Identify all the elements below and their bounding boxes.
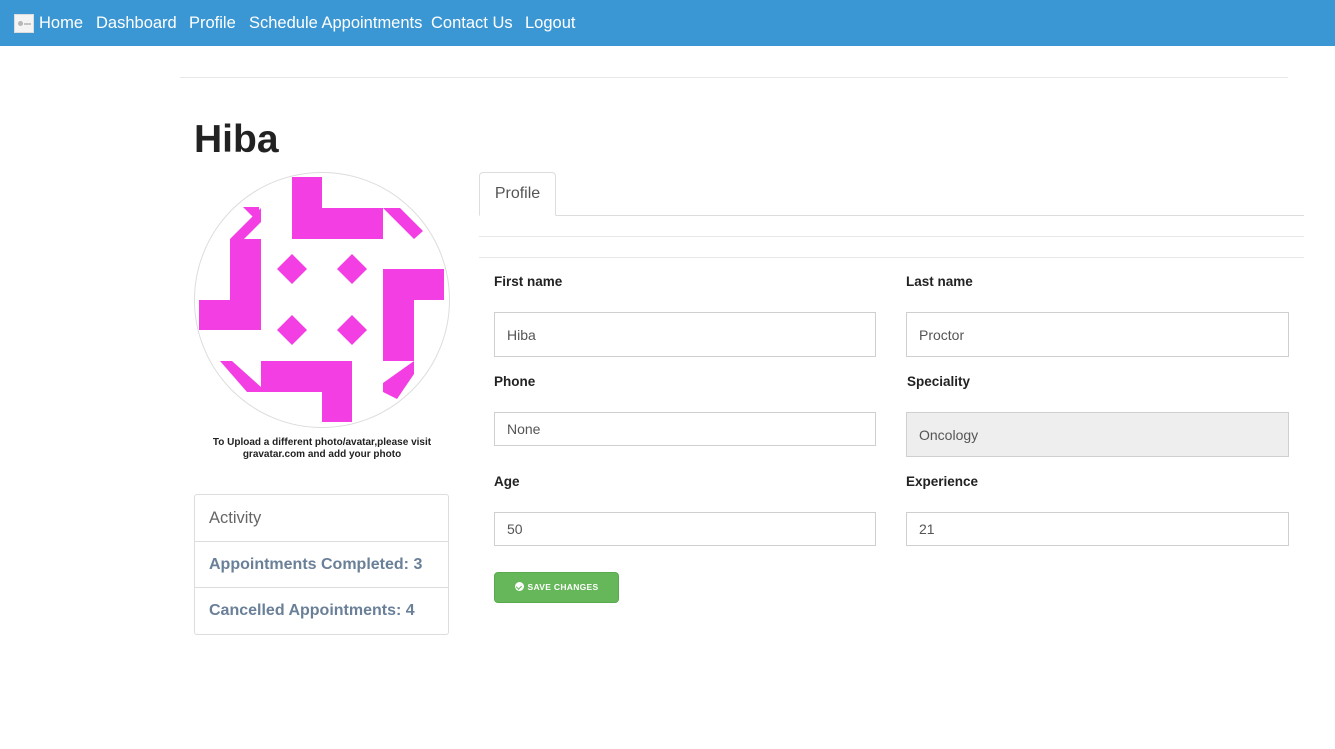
divider	[479, 236, 1304, 237]
activity-panel: Activity Appointments Completed: 3 Cance…	[194, 494, 449, 635]
page-title: Hiba	[194, 118, 279, 161]
appointments-completed-item: Appointments Completed: 3	[195, 542, 448, 588]
first-name-label: First name	[494, 274, 563, 289]
tab-profile[interactable]: Profile	[479, 172, 556, 216]
age-label: Age	[494, 474, 520, 489]
avatar	[194, 172, 450, 428]
phone-label: Phone	[494, 374, 536, 389]
nav-contact-us-link[interactable]: Contact Us	[431, 13, 513, 33]
nav-profile-link[interactable]: Profile	[189, 13, 236, 33]
avatar-upload-note: To Upload a different photo/avatar,pleas…	[212, 437, 432, 460]
last-name-label: Last name	[906, 274, 973, 289]
last-name-input[interactable]	[906, 312, 1289, 357]
speciality-input	[906, 412, 1289, 457]
activity-heading: Activity	[195, 495, 448, 542]
divider	[479, 257, 1304, 258]
brand-logo-icon[interactable]	[14, 14, 34, 33]
tab-divider	[556, 215, 1304, 216]
first-name-input[interactable]	[494, 312, 876, 357]
experience-label: Experience	[906, 474, 979, 489]
divider	[180, 77, 1288, 78]
experience-input[interactable]	[906, 512, 1289, 546]
nav-home-link[interactable]: Home	[39, 13, 83, 33]
save-changes-label: SAVE CHANGES	[527, 582, 599, 592]
identicon-avatar-image	[199, 177, 444, 422]
save-changes-button[interactable]: SAVE CHANGES	[494, 572, 619, 603]
speciality-label: Speciality	[907, 374, 971, 389]
nav-dashboard-link[interactable]: Dashboard	[96, 13, 177, 33]
phone-input[interactable]	[494, 412, 876, 446]
check-circle-icon	[514, 582, 524, 591]
nav-schedule-appointments-link[interactable]: Schedule Appointments	[249, 13, 422, 33]
cancelled-appointments-item: Cancelled Appointments: 4	[209, 602, 415, 619]
age-input[interactable]	[494, 512, 876, 546]
top-navbar: Home Dashboard Profile Schedule Appointm…	[0, 0, 1335, 46]
nav-logout-link[interactable]: Logout	[525, 13, 575, 33]
